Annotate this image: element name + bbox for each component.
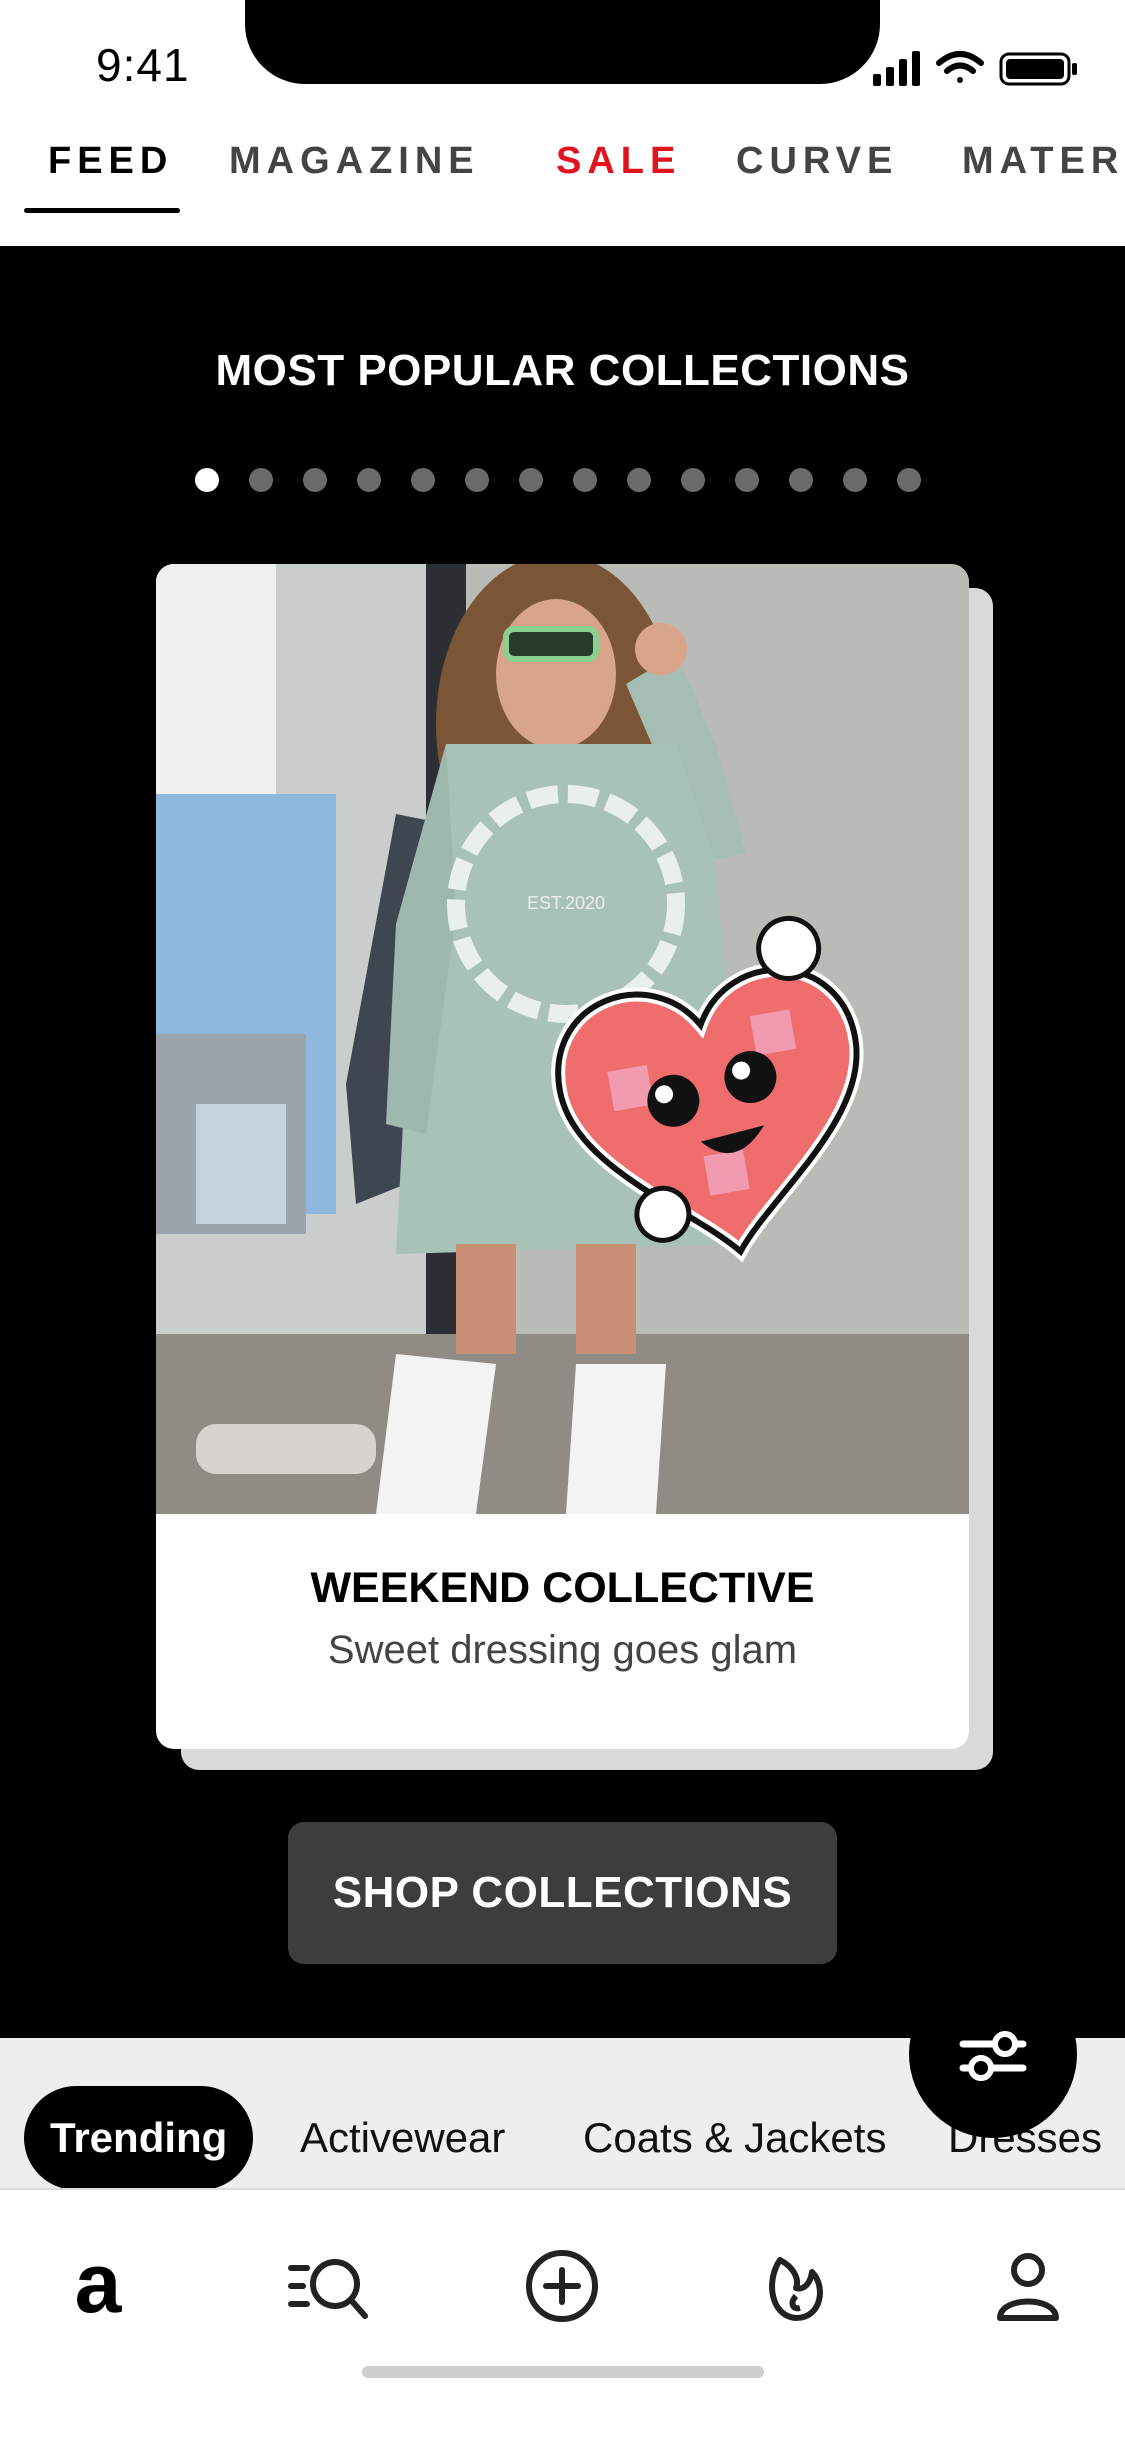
tab-sale[interactable]: SALE	[556, 140, 681, 183]
status-bar: 9:41	[0, 0, 1125, 110]
brand-logo: a	[75, 2246, 123, 2326]
tab-magazine[interactable]: MAGAZINE	[229, 140, 480, 183]
carousel-dot[interactable]	[735, 468, 759, 492]
chip-activewear[interactable]: Activewear	[300, 2086, 505, 2188]
collections-hero: MOST POPULAR COLLECTIONS EST.2020 WEEKEN…	[0, 246, 1125, 2038]
active-tab-indicator	[24, 208, 180, 213]
top-tab-bar: FEED MAGAZINE SALE CURVE MATERNITY	[0, 110, 1125, 248]
chip-trending[interactable]: Trending	[24, 2086, 254, 2188]
collection-subtitle: Sweet dressing goes glam	[327, 1628, 798, 1672]
carousel-dot[interactable]	[843, 468, 867, 492]
home-icon: a	[75, 2246, 123, 2326]
sliders-icon	[959, 2031, 1027, 2081]
signal-icon	[873, 51, 920, 86]
carousel-dot[interactable]	[573, 468, 597, 492]
nav-search[interactable]	[280, 2236, 380, 2336]
add-icon	[526, 2250, 598, 2322]
filter-button[interactable]	[909, 1970, 1077, 2138]
collection-card[interactable]: EST.2020 WEEKEND COLLECTIVE Sweet dressi…	[156, 564, 969, 1749]
nav-account[interactable]	[978, 2236, 1078, 2336]
carousel-dot[interactable]	[303, 468, 327, 492]
chip-coats-jackets[interactable]: Coats & Jackets	[583, 2086, 886, 2188]
nav-add[interactable]	[512, 2236, 612, 2336]
device-notch	[245, 0, 880, 84]
carousel-dot[interactable]	[681, 468, 705, 492]
tab-feed[interactable]: FEED	[48, 140, 173, 183]
status-time: 9:41	[96, 39, 190, 91]
collection-title: WEEKEND COLLECTIVE	[310, 1564, 815, 1612]
carousel-dot[interactable]	[519, 468, 543, 492]
sweatshirt-est-print: EST.2020	[527, 893, 605, 913]
carousel-dot[interactable]	[789, 468, 813, 492]
wifi-icon	[936, 51, 984, 83]
collection-photo: EST.2020	[156, 564, 969, 1514]
carousel-dot[interactable]	[897, 468, 921, 492]
carousel-dot[interactable]	[627, 468, 651, 492]
carousel-dot[interactable]	[465, 468, 489, 492]
battery-icon	[999, 52, 1077, 86]
carousel-dot[interactable]	[249, 468, 273, 492]
home-indicator[interactable]	[362, 2366, 764, 2378]
nav-home[interactable]: a	[48, 2236, 148, 2336]
tab-maternity[interactable]: MATERNITY	[962, 140, 1125, 183]
trending-icon	[769, 2257, 823, 2321]
search-icon	[288, 2259, 368, 2319]
nav-trending[interactable]	[746, 2236, 846, 2336]
account-icon	[997, 2253, 1059, 2321]
hero-title: MOST POPULAR COLLECTIONS	[215, 346, 910, 395]
carousel-dot[interactable]	[195, 468, 219, 492]
bottom-navigation: a	[0, 2188, 1125, 2438]
shop-collections-button[interactable]: SHOP COLLECTIONS	[288, 1822, 837, 1964]
carousel-dot[interactable]	[357, 468, 381, 492]
tab-curve[interactable]: CURVE	[736, 140, 898, 183]
status-icons	[873, 51, 1077, 86]
carousel-dot[interactable]	[411, 468, 435, 492]
